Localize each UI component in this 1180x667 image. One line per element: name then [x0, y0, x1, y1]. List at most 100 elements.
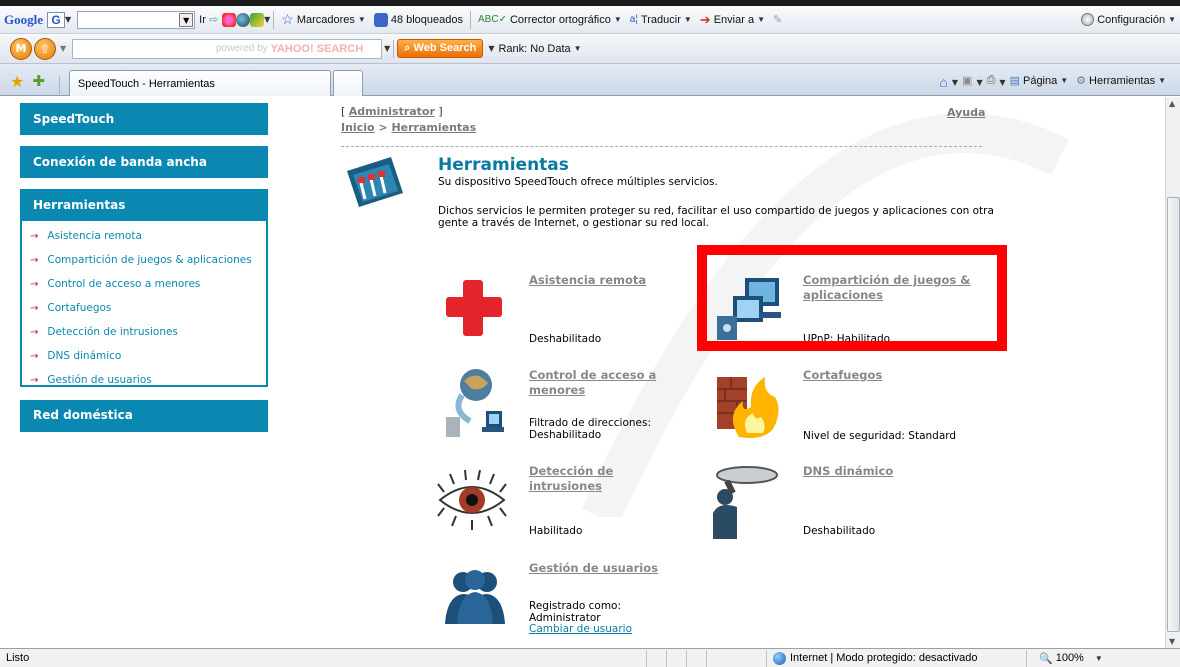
sidebar-item-dyndns[interactable]: → DNS dinámico — [22, 344, 266, 368]
spellcheck-menu[interactable]: ABC✓ Corrector ortográfico ▼ — [474, 14, 626, 26]
chevron-down-icon[interactable]: ▼ — [384, 44, 390, 53]
chevron-down-icon[interactable]: ▼ — [60, 44, 66, 53]
bookmarks-menu[interactable]: ☆ Marcadores ▼ — [277, 11, 370, 28]
zoom-icon: 🔍 — [1039, 652, 1053, 665]
chevron-down-icon[interactable]: ▼ — [179, 12, 194, 27]
service-intrusion-title[interactable]: Detección de intrusiones — [529, 464, 649, 494]
page-title: Herramientas — [438, 155, 569, 175]
intrusion-eye-icon — [437, 470, 507, 530]
scroll-up-arrow-icon[interactable]: ▲ — [1169, 99, 1175, 108]
user-indicator: [ Administrator ] — [341, 105, 443, 118]
service-parental-status: Filtrado de direcciones: Deshabilitado — [529, 417, 652, 441]
firewall-icon — [717, 377, 779, 438]
go-button[interactable]: Ir ⇨ — [195, 13, 222, 27]
popup-blocker[interactable]: 48 bloqueados — [370, 12, 467, 27]
puzzle-icon[interactable] — [250, 12, 265, 27]
parental-control-icon — [446, 369, 504, 437]
toolbox-icon — [347, 157, 403, 207]
sidebar-item-game-sharing[interactable]: → Compartición de juegos & aplicaciones — [22, 248, 266, 272]
globe-icon — [773, 651, 786, 665]
yahoo-toolbar: M ⇧ ▼ powered by YAHOO! SEARCH ▼ ⌕ Web Se… — [0, 34, 1180, 64]
chevron-down-icon[interactable]: ▼ — [264, 15, 270, 24]
service-users-status: Registrado como: Administrator — [529, 600, 622, 624]
security-zone[interactable]: Internet | Modo protegido: desactivado — [766, 649, 1026, 667]
send-to-menu[interactable]: ➔ Enviar a ▼ — [696, 12, 769, 28]
new-tab-button[interactable] — [332, 70, 363, 96]
highlight-box — [697, 245, 1007, 351]
home-icon[interactable]: ⌂ — [935, 74, 951, 90]
tools-menu[interactable]: ⚙ Herramientas ▼ — [1072, 74, 1170, 88]
header-divider — [341, 146, 982, 147]
pencil-icon[interactable]: ✎ — [769, 13, 786, 26]
service-dyndns-status: Deshabilitado — [803, 525, 876, 537]
service-users-title[interactable]: Gestión de usuarios — [529, 561, 658, 576]
chevron-down-icon: ▼ — [357, 15, 366, 24]
sidebar-item-remote-assistance[interactable]: → Asistencia remota — [22, 224, 266, 248]
nav-speedtouch[interactable]: SpeedTouch — [20, 103, 268, 135]
rank-menu[interactable]: Rank: No Data ▼ — [494, 43, 585, 55]
breadcrumb-home[interactable]: Inicio — [341, 121, 375, 134]
sidebar-item-intrusion[interactable]: → Detección de intrusiones — [22, 320, 266, 344]
remote-assistance-cross-icon — [446, 280, 502, 336]
yahoo-logo-icon[interactable]: M — [10, 37, 32, 60]
arrow-right-icon: → — [30, 254, 39, 266]
breadcrumb: Inicio > Herramientas — [341, 121, 477, 134]
flower-icon[interactable] — [222, 12, 237, 27]
chevron-down-icon: ▼ — [1168, 15, 1176, 24]
chevron-down-icon[interactable]: ▼ — [65, 15, 71, 24]
service-firewall-title[interactable]: Cortafuegos — [803, 368, 882, 383]
chevron-down-icon: ▼ — [613, 15, 622, 24]
status-bar: Listo Internet | Modo protegido: desacti… — [0, 648, 1180, 667]
arrow-right-icon: → — [30, 230, 39, 242]
yahoo-search-input[interactable]: powered by YAHOO! SEARCH — [72, 38, 383, 59]
user-link[interactable]: Administrator — [349, 105, 435, 118]
translate-icon: a¦ — [629, 14, 638, 25]
tab-bar: ★ ✚ SpeedTouch - Herramientas ⌂ ▼ ▣ ▼ ⎙ ▼ ▤… — [0, 64, 1180, 96]
google-search-input[interactable]: ▼ — [77, 10, 196, 29]
chevron-down-icon: ▼ — [683, 15, 692, 24]
chevron-down-icon: ▼ — [757, 15, 765, 24]
status-text: Listo — [6, 652, 30, 664]
up-arrow-icon[interactable]: ⇧ — [34, 37, 56, 60]
toolbar-separator — [58, 76, 60, 94]
web-search-button[interactable]: ⌕ Web Search — [397, 39, 484, 58]
scroll-down-arrow-icon[interactable]: ▼ — [1169, 637, 1175, 646]
page-menu[interactable]: ▤ Página ▼ — [1006, 74, 1073, 88]
spellcheck-icon: ABC✓ — [478, 14, 507, 25]
service-dyndns-title[interactable]: DNS dinámico — [803, 464, 893, 479]
service-parental-title[interactable]: Control de acceso a menores — [529, 368, 679, 398]
tab-speedtouch[interactable]: SpeedTouch - Herramientas — [68, 70, 331, 96]
scrollbar-thumb[interactable] — [1167, 197, 1180, 632]
sidebar-item-firewall[interactable]: → Cortafuegos — [22, 296, 266, 320]
nav-broadband[interactable]: Conexión de banda ancha — [20, 146, 268, 178]
vertical-scrollbar[interactable]: ▲ ▼ — [1165, 97, 1180, 648]
google-logo[interactable]: Google — [0, 12, 47, 28]
globe-icon[interactable] — [236, 12, 251, 27]
settings-menu[interactable]: Configuración ▼ — [1077, 13, 1180, 26]
blocked-icon — [373, 12, 388, 27]
sidebar-item-users[interactable]: → Gestión de usuarios — [22, 368, 266, 392]
sidebar-item-parental-control[interactable]: → Control de acceso a menores — [22, 272, 266, 296]
toolbar-separator — [273, 10, 275, 29]
help-link[interactable]: Ayuda — [947, 106, 985, 119]
feeds-icon[interactable]: ▣ — [958, 74, 976, 87]
page-icon: ▤ — [1009, 75, 1020, 87]
google-toolbar: Google G ▼ ▼ Ir ⇨ ▼ ☆ Marcadores ▼ 48 bloqu… — [0, 6, 1180, 34]
service-remote-title[interactable]: Asistencia remota — [529, 273, 646, 288]
breadcrumb-current[interactable]: Herramientas — [391, 121, 476, 134]
google-search-box[interactable]: G — [47, 11, 65, 28]
arrow-right-icon: → — [30, 278, 39, 290]
zoom-control[interactable]: 🔍 100% ▼ — [1026, 649, 1103, 667]
service-intrusion-status: Habilitado — [529, 525, 583, 537]
translate-menu[interactable]: a¦ Traducir ▼ — [626, 14, 696, 26]
toolbar-separator — [470, 10, 472, 29]
nav-tools-header[interactable]: Herramientas — [20, 189, 268, 221]
nav-home-network[interactable]: Red doméstica — [20, 400, 268, 432]
service-remote-status: Deshabilitado — [529, 333, 602, 345]
add-favorite-icon[interactable]: ✚ — [32, 72, 45, 90]
chevron-down-icon: ▼ — [1060, 76, 1069, 85]
change-user-link[interactable]: Cambiar de usuario — [529, 623, 632, 635]
star-icon: ☆ — [281, 11, 294, 27]
print-icon[interactable]: ⎙ — [983, 74, 1000, 87]
favorites-star-icon[interactable]: ★ — [10, 72, 24, 91]
